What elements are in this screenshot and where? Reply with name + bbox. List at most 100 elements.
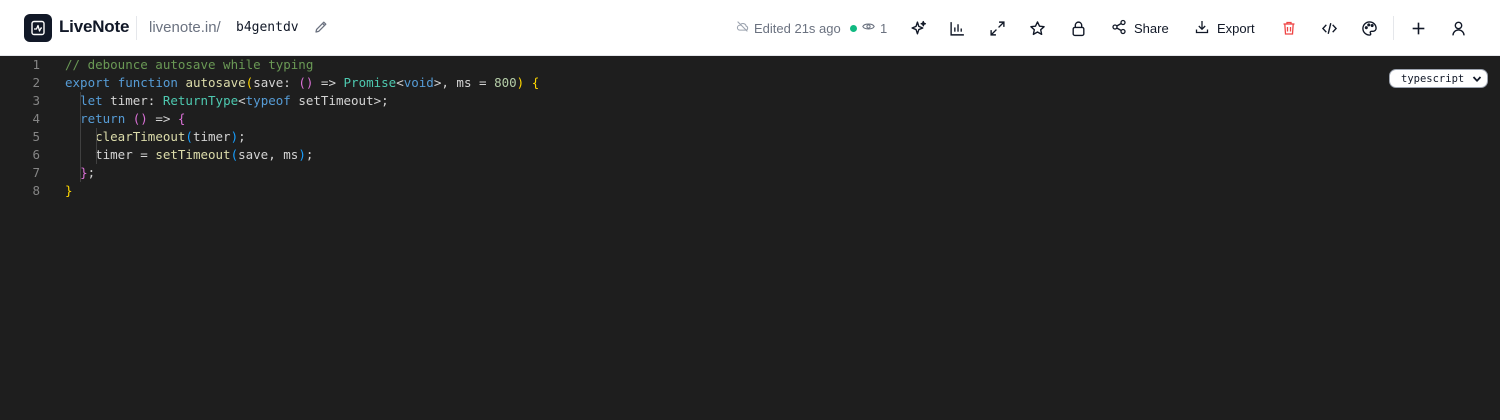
code-token: return [80,111,126,126]
indent-guide [96,128,97,164]
share-icon [1111,19,1127,38]
line-number: 5 [32,129,40,144]
plus-icon[interactable] [1408,18,1428,38]
line-number: 2 [32,75,40,90]
code-token: } [80,165,88,180]
download-icon [1194,19,1210,38]
indent-guide [80,92,81,182]
code-text: let timer: ReturnType<typeof setTimeout>… [65,92,389,110]
code-token: ) [298,147,306,162]
divider [136,16,137,40]
code-token: setTimeout>; [290,93,389,108]
edited-text: Edited 21s ago [754,20,841,36]
note-id[interactable]: b4gentdv [236,20,299,35]
code-token: void [403,75,434,90]
edit-pencil-icon[interactable] [313,19,329,40]
user-icon[interactable] [1448,18,1468,38]
expand-icon[interactable] [987,18,1007,38]
app-name: LiveNote [59,17,130,36]
export-label: Export [1217,20,1255,36]
cloud-off-icon [736,20,749,36]
code-token: ReturnType [162,93,239,108]
code-token: => [313,75,344,90]
code-token: timer = [65,147,156,162]
line-number: 6 [32,147,40,162]
code-text: } [65,182,73,200]
code-token: // debounce autosave while typing [65,57,314,72]
star-icon[interactable] [1027,18,1047,38]
share-button[interactable]: Share [1111,18,1169,38]
code-token: < [396,75,404,90]
code-line[interactable]: 3 let timer: ReturnType<typeof setTimeou… [0,92,1500,110]
code-token: save, ms [238,147,299,162]
top-bar: LiveNote livenote.in/ b4gentdv Edited 21… [0,0,1500,56]
edited-status: Edited 21s ago [736,20,841,36]
line-number: 1 [32,57,40,72]
language-select[interactable]: typescript [1389,69,1488,88]
trash-icon[interactable] [1279,18,1299,38]
code-text: timer = setTimeout(save, ms); [65,146,313,164]
viewer-count-text: 1 [880,20,888,36]
code-token: save: [253,75,299,90]
url-prefix: livenote.in/ [149,19,221,36]
online-dot [850,24,857,32]
line-number: 7 [32,165,40,180]
logo-icon[interactable] [24,14,52,42]
code-token: clearTimeout [95,129,186,144]
export-button[interactable]: Export [1194,18,1255,38]
code-editor[interactable]: 1 // debounce autosave while typing 2 expor… [0,56,1500,420]
code-token: => [147,111,178,126]
language-value: typescript [1401,72,1465,85]
viewer-count: 1 [850,20,887,36]
divider [1393,16,1394,40]
code-token: { [531,75,540,90]
code-line[interactable]: 6 timer = setTimeout(save, ms); [0,146,1500,164]
code-token: { [177,111,186,126]
code-text: // debounce autosave while typing [65,56,313,74]
code-token: ; [305,147,314,162]
code-text: return () => { [65,110,185,128]
code-token: ) [230,129,239,144]
code-token: timer: [102,93,163,108]
scrollbar[interactable] [1488,56,1500,420]
code-token: let [80,93,103,108]
line-number: 3 [32,93,40,108]
code-token: ( [230,147,239,162]
code-line[interactable]: 8} [0,182,1500,200]
code-token: ; [87,165,96,180]
code-line[interactable]: 2 export function autosave(save: () => Pr… [0,74,1500,92]
code-line[interactable]: 5 clearTimeout(timer); [0,128,1500,146]
code-token: () [298,75,314,90]
code-token: ( [185,129,193,144]
code-line[interactable]: 4 return () => { [0,110,1500,128]
sparkle-icon[interactable] [908,18,928,38]
code-token: ; [238,129,246,144]
eye-icon [862,20,875,36]
code-token: typeof [245,93,291,108]
code-token: >, ms = [433,75,495,90]
code-token: 800 [494,75,517,90]
code-token: Promise [343,75,397,90]
chevron-down-icon [1472,74,1482,87]
palette-icon[interactable] [1359,18,1379,38]
code-token: autosave [185,75,246,90]
code-text: export function autosave(save: () => Pro… [65,74,539,92]
line-number: 4 [32,111,40,126]
line-number: 8 [32,183,40,198]
code-token: () [132,111,148,126]
lock-icon[interactable] [1068,18,1088,38]
code-line[interactable]: 7 }; [0,164,1500,182]
code-token: export [65,75,111,90]
code-token: } [65,183,73,198]
chart-icon[interactable] [947,18,967,38]
code-token: < [238,93,246,108]
code-icon[interactable] [1319,18,1339,38]
code-token: timer [192,129,231,144]
code-line[interactable]: 1 // debounce autosave while typing [0,56,1500,74]
code-text: clearTimeout(timer); [65,128,246,146]
